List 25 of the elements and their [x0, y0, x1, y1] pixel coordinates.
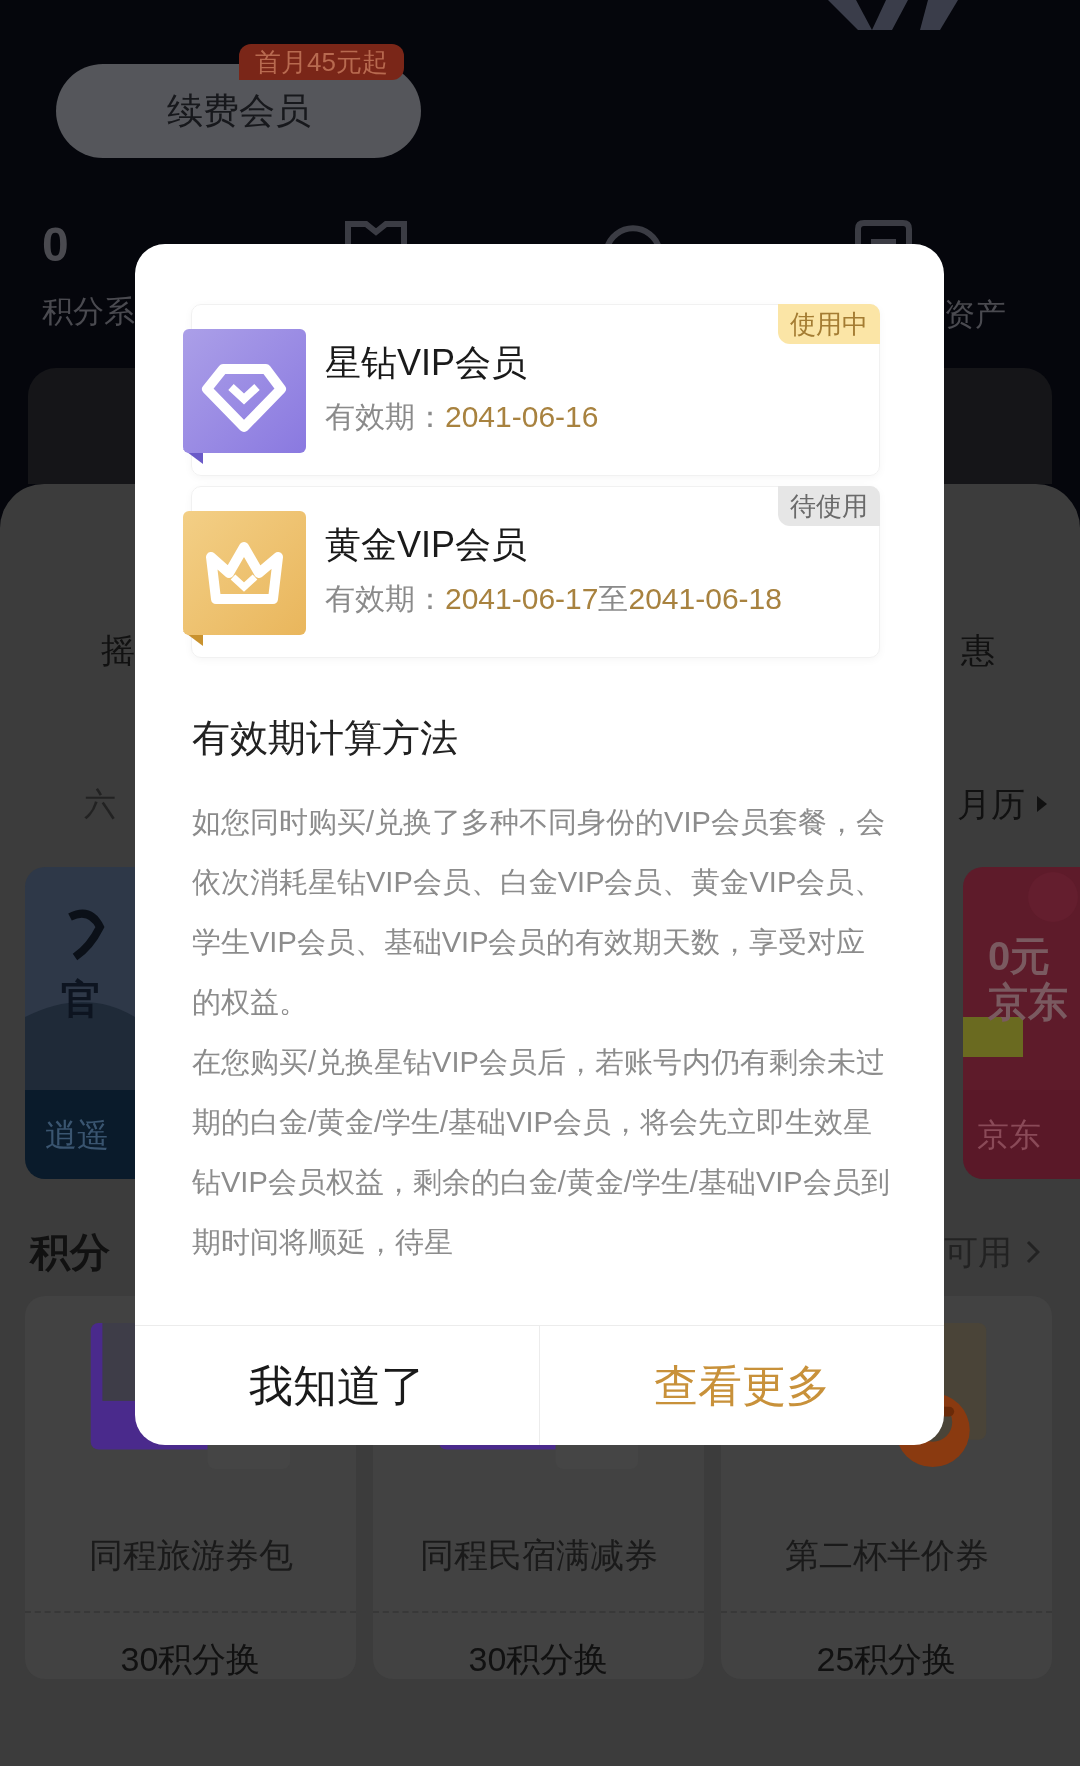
status-badge: 使用中	[778, 304, 880, 344]
view-more-button[interactable]: 查看更多	[539, 1326, 944, 1445]
dialog-paragraph: 在您购买/兑换星钻VIP会员后，若账号内仍有剩余未过期的白金/黄金/学生/基础VIP会员，将会先立即生效星钻VIP会员权益，剩余的白金/黄金/学生/基础VIP会员到期时间将顺延，待星	[192, 1045, 891, 1260]
membership-name: 星钻VIP会员	[325, 341, 529, 385]
points-value: 0	[42, 220, 70, 270]
chevron-right-icon	[1026, 1240, 1040, 1264]
banner-text: 京东	[988, 978, 1068, 1025]
validity-label: 有效期：	[325, 399, 445, 435]
stat-label: 积分系	[42, 293, 136, 331]
crown-icon	[183, 511, 306, 646]
validity-date: 2041-06-16	[445, 399, 599, 435]
validity-label: 有效期：	[325, 581, 445, 617]
banner-text: 0元	[988, 932, 1051, 979]
triangle-icon	[1037, 796, 1047, 812]
membership-name: 黄金VIP会员	[325, 523, 529, 567]
dialog-heading: 有效期计算方法	[192, 716, 459, 760]
banner-caption: 逍遥	[45, 1115, 109, 1155]
dialog-paragraph: 如您同时购买/兑换了多种不同身份的VIP会员套餐，会依次消耗星钻VIP会员、白金VIP会员、黄金VIP会员、学生VIP会员、基础VIP会员的有效期天数，享受对应的权益。	[192, 805, 886, 1020]
shield-icon	[342, 220, 410, 244]
promo-badge: 首月45元起	[239, 44, 404, 80]
validity-date: 2041-06-17至2041-06-18	[445, 581, 782, 617]
document-icon	[855, 220, 912, 244]
stat-label: 资产	[944, 296, 1006, 334]
status-badge: 待使用	[778, 486, 880, 526]
diamond-icon	[183, 329, 306, 464]
